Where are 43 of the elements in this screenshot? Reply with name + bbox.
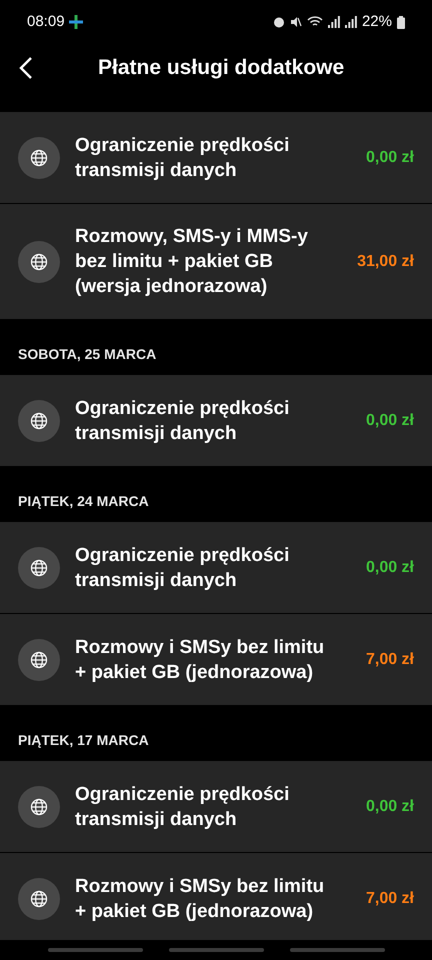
service-row[interactable]: Ograniczenie prędkości transmisji danych 0,00 zł (0, 112, 432, 203)
service-price: 7,00 zł (366, 650, 414, 670)
date-header: PIĄTEK, 17 MARCA (18, 731, 149, 750)
service-row[interactable]: Ograniczenie prędkości transmisji danych 0,00 zł (0, 375, 432, 466)
service-name: Rozmowy i SMSy bez limitu + pakiet GB (jednorazowa) (75, 636, 326, 684)
service-row[interactable]: Ograniczenie prędkości transmisji danych 0,00 zł (0, 761, 432, 852)
service-name: Ograniczenie prędkości transmisji danych (75, 544, 290, 592)
service-name: Ograniczenie prędkości transmisji danych (75, 134, 290, 182)
globe-icon (30, 412, 48, 430)
battery-percent: 22% (362, 12, 392, 32)
app-icon (68, 15, 83, 29)
nav-bar-handle[interactable] (48, 948, 142, 952)
signal-icon (344, 16, 357, 28)
globe-icon (30, 252, 48, 270)
service-name: Ograniczenie prędkości transmisji danych (75, 396, 290, 446)
globe-icon (30, 148, 48, 166)
globe-icon (30, 558, 48, 576)
back-icon (19, 56, 33, 80)
battery-icon (397, 16, 405, 28)
service-price: 7,00 zł (366, 888, 414, 908)
service-price: 0,00 zł (366, 558, 414, 578)
mute-icon (290, 16, 302, 28)
service-price: 31,00 zł (357, 252, 414, 272)
globe-icon (30, 798, 48, 816)
signal-icon (328, 16, 340, 28)
wifi-icon (306, 16, 323, 28)
date-header: SOBOTA, 25 MARCA (18, 345, 156, 364)
service-row[interactable]: Ograniczenie prędkości transmisji danych 0,00 zł (0, 522, 432, 613)
service-price: 0,00 zł (366, 796, 414, 816)
service-row[interactable]: Rozmowy, SMS-y i MMS-y bez limitu + pakiet GB (wersja jednorazowa) 31,00 zł (0, 204, 432, 319)
page-title: Płatne usługi dodatkowe (98, 55, 344, 82)
nav-bar-handle[interactable] (290, 948, 384, 952)
service-price: 0,00 zł (366, 410, 414, 430)
date-header: PIĄTEK, 24 MARCA (18, 492, 149, 511)
service-name: Ograniczenie prędkości transmisji danych (75, 782, 290, 832)
service-name: Rozmowy i SMSy bez limitu + pakiet GB (jednorazowa) (75, 874, 326, 924)
status-time: 08:09 (27, 12, 65, 32)
globe-icon (30, 650, 48, 668)
service-price: 0,00 zł (366, 148, 414, 168)
nav-bar-handle[interactable] (168, 948, 264, 952)
service-row[interactable]: Rozmowy i SMSy bez limitu + pakiet GB (jednorazowa) 7,00 zł (0, 614, 432, 705)
service-name: Rozmowy, SMS-y i MMS-y bez limitu + pakiet GB (wersja jednorazowa) (75, 225, 309, 299)
globe-icon (30, 890, 48, 908)
